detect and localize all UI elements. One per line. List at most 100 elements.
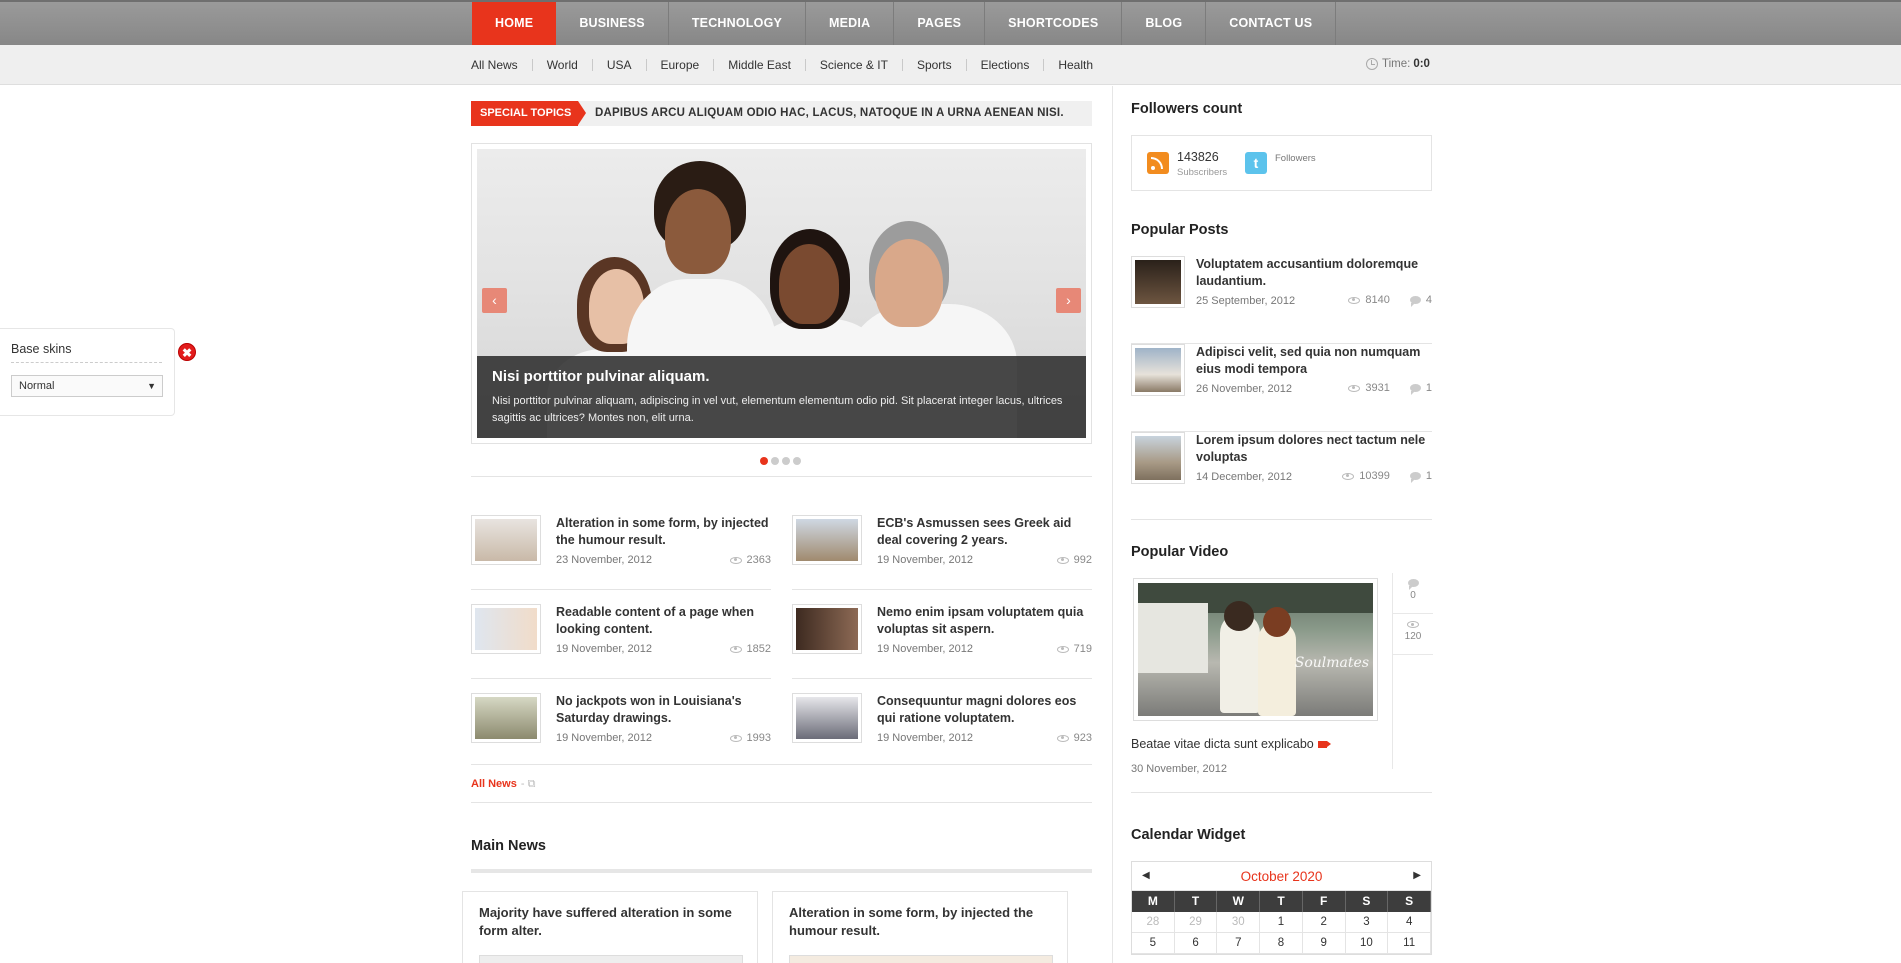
post-views: 8140 — [1365, 294, 1390, 306]
video-watermark: Soulmates — [1294, 655, 1369, 671]
popular-post: Lorem ipsum dolores nect tactum nele vol… — [1131, 432, 1432, 520]
rss-icon[interactable] — [1147, 152, 1169, 174]
calendar-day[interactable]: 4 — [1388, 912, 1431, 933]
post-date: 25 September, 2012 — [1196, 295, 1296, 307]
category-science-it[interactable]: Science & IT — [804, 59, 902, 71]
category-middle-east[interactable]: Middle East — [713, 59, 805, 71]
news-views: 1993 — [729, 732, 771, 744]
post-date: 14 December, 2012 — [1196, 471, 1293, 483]
nav-blog[interactable]: BLOG — [1122, 2, 1207, 45]
slider-dot[interactable] — [760, 457, 768, 465]
calendar-day[interactable]: 10 — [1345, 933, 1389, 954]
main-news-image[interactable] — [479, 955, 743, 963]
nav-shortcodes[interactable]: SHORTCODES — [985, 2, 1123, 45]
close-icon[interactable]: ✖ — [178, 343, 196, 361]
calendar-next-button[interactable]: ▶ — [1413, 870, 1421, 881]
main-news-title[interactable]: Majority have suffered alteration in som… — [479, 904, 739, 940]
slider-prev-button[interactable]: ‹ — [482, 288, 507, 313]
calendar-day[interactable]: 11 — [1388, 933, 1431, 954]
post-thumbnail[interactable] — [1131, 256, 1185, 308]
news-thumbnail[interactable] — [471, 693, 541, 743]
calendar-day[interactable]: 28 — [1132, 912, 1175, 933]
category-usa[interactable]: USA — [591, 59, 646, 71]
skin-select[interactable]: Normal ▼ — [11, 375, 163, 397]
nav-media[interactable]: MEDIA — [806, 2, 895, 45]
news-date: 19 November, 2012 — [877, 643, 974, 655]
eye-icon — [1348, 384, 1361, 392]
main-news-image[interactable] — [789, 955, 1053, 963]
news-thumbnail[interactable] — [792, 693, 862, 743]
main-news-title[interactable]: Alteration in some form, by injected the… — [789, 904, 1049, 940]
news-views: 923 — [1056, 732, 1092, 744]
main-menu: HOME BUSINESS TECHNOLOGY MEDIA PAGES SHO… — [472, 2, 1337, 45]
slide-caption: Nisi porttitor pulvinar aliquam. Nisi po… — [477, 356, 1086, 438]
slider-dot[interactable] — [782, 457, 790, 465]
twitter-icon[interactable]: t — [1245, 152, 1267, 174]
slide-photo-person — [875, 239, 943, 327]
main-news-heading: Main News — [471, 838, 546, 854]
video-thumbnail[interactable]: Soulmates — [1133, 578, 1378, 721]
calendar-day[interactable]: 6 — [1174, 933, 1218, 954]
ticker-text[interactable]: DAPIBUS ARCU ALIQUAM ODIO HAC, LACUS, NA… — [595, 101, 1064, 126]
category-elections[interactable]: Elections — [965, 59, 1044, 71]
calendar-weekday: S — [1388, 891, 1431, 912]
calendar-month: October 2020 — [1240, 869, 1323, 884]
news-thumbnail[interactable] — [792, 515, 862, 565]
news-title[interactable]: ECB's Asmussen sees Greek aid deal cover… — [877, 515, 1092, 549]
subscribers-label: Subscribers — [1177, 167, 1228, 178]
calendar-day[interactable]: 29 — [1174, 912, 1218, 933]
calendar-day[interactable]: 3 — [1345, 912, 1389, 933]
slider-dot[interactable] — [771, 457, 779, 465]
news-title[interactable]: Readable content of a page when looking … — [556, 604, 771, 638]
news-thumbnail[interactable] — [792, 604, 862, 654]
slider-dot[interactable] — [793, 457, 801, 465]
calendar-day[interactable]: 7 — [1217, 933, 1261, 954]
news-title[interactable]: Alteration in some form, by injected the… — [556, 515, 771, 549]
nav-technology[interactable]: TECHNOLOGY — [669, 2, 807, 45]
category-sports[interactable]: Sports — [901, 59, 966, 71]
news-views-count: 719 — [1073, 643, 1092, 655]
comment-icon — [1409, 296, 1421, 307]
calendar-day[interactable]: 2 — [1302, 912, 1346, 933]
news-item: ECB's Asmussen sees Greek aid deal cover… — [792, 513, 1092, 575]
news-title[interactable]: No jackpots won in Louisiana's Saturday … — [556, 693, 771, 727]
divider — [471, 764, 1092, 765]
calendar-day[interactable]: 30 — [1217, 912, 1261, 933]
category-world[interactable]: World — [531, 59, 592, 71]
news-thumb-image — [475, 697, 537, 739]
nav-home[interactable]: HOME — [472, 2, 557, 45]
post-title[interactable]: Lorem ipsum dolores nect tactum nele vol… — [1196, 432, 1431, 466]
time-label: Time: — [1382, 58, 1411, 70]
video-photo-shape — [1263, 607, 1291, 637]
calendar-widget: ◀ October 2020 ▶ M T W T F S S 28 29 30 … — [1131, 861, 1432, 955]
nav-pages[interactable]: PAGES — [894, 2, 986, 45]
video-title[interactable]: Beatae vitae dicta sunt explicabo — [1131, 737, 1331, 751]
slide-image[interactable]: Nisi porttitor pulvinar aliquam. Nisi po… — [477, 149, 1086, 438]
slide-title[interactable]: Nisi porttitor pulvinar aliquam. — [492, 368, 710, 385]
news-title[interactable]: Consequuntur magni dolores eos qui ratio… — [877, 693, 1092, 727]
calendar-day[interactable]: 1 — [1260, 912, 1303, 933]
category-all-news[interactable]: All News — [471, 59, 532, 71]
calendar-day[interactable]: 5 — [1132, 933, 1175, 954]
category-health[interactable]: Health — [1043, 59, 1107, 71]
nav-business[interactable]: BUSINESS — [556, 2, 669, 45]
post-title[interactable]: Voluptatem accusantium doloremque laudan… — [1196, 256, 1431, 290]
calendar-day[interactable]: 8 — [1260, 933, 1303, 954]
divider — [11, 362, 162, 363]
news-views: 719 — [1056, 643, 1092, 655]
news-thumbnail[interactable] — [471, 604, 541, 654]
post-title[interactable]: Adipisci velit, sed quia non numquam eiu… — [1196, 344, 1431, 378]
category-europe[interactable]: Europe — [645, 59, 714, 71]
news-title[interactable]: Nemo enim ipsam voluptatem quia voluptas… — [877, 604, 1092, 638]
slider-next-button[interactable]: › — [1056, 288, 1081, 313]
post-thumbnail[interactable] — [1131, 344, 1185, 396]
video-photo-shape — [1224, 601, 1254, 631]
news-thumbnail[interactable] — [471, 515, 541, 565]
special-topics-ticker: SPECIAL TOPICS DAPIBUS ARCU ALIQUAM ODIO… — [471, 101, 1092, 126]
sidebar-divider — [1112, 86, 1113, 963]
all-news-link[interactable]: All News - ⧉ — [471, 778, 535, 791]
post-thumbnail[interactable] — [1131, 432, 1185, 484]
nav-contact-us[interactable]: CONTACT US — [1206, 2, 1337, 45]
divider — [1393, 654, 1433, 655]
calendar-day[interactable]: 9 — [1302, 933, 1346, 954]
